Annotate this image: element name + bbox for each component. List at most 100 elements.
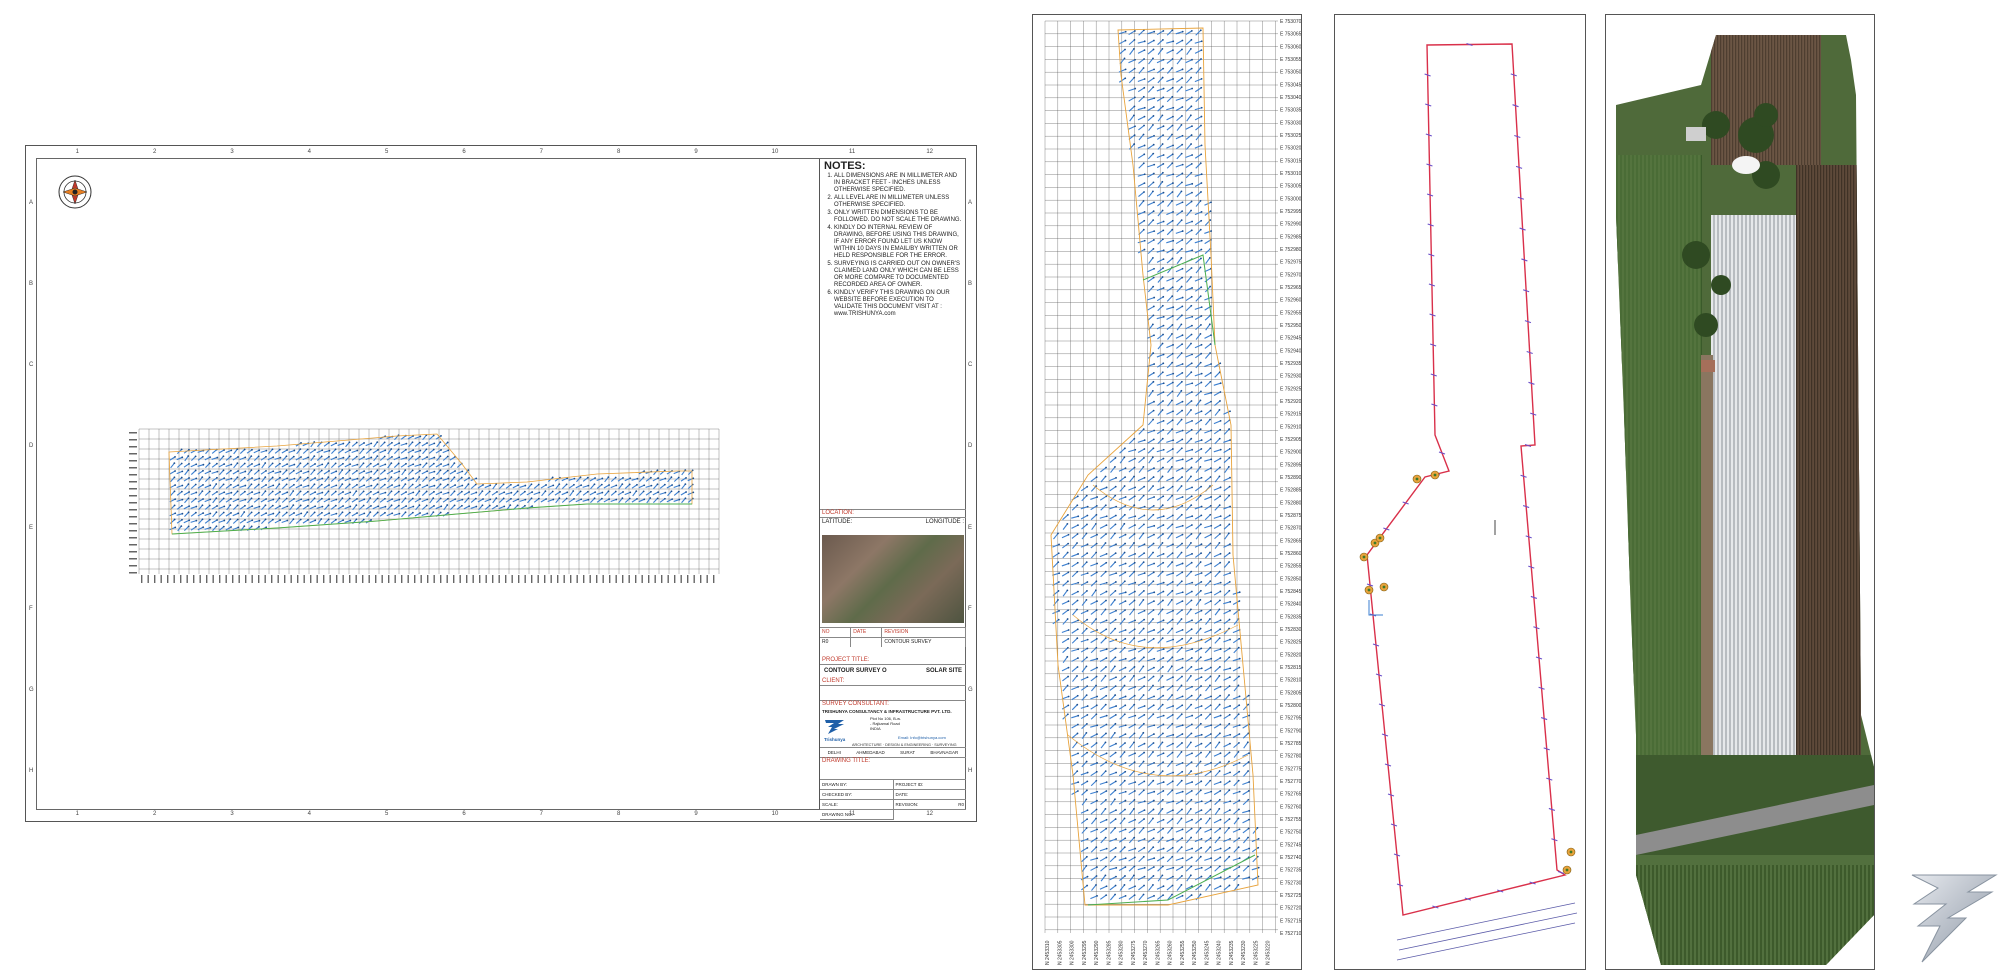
northing-label: E 752795 bbox=[1280, 716, 1301, 722]
ruler-col-bottom: 8 bbox=[617, 811, 621, 817]
northing-label: E 752950 bbox=[1280, 323, 1301, 329]
northing-label: E 752815 bbox=[1280, 665, 1301, 671]
ruler-col-top: 8 bbox=[617, 149, 621, 155]
ruler-col-bottom: 11 bbox=[849, 811, 856, 817]
ruler-row-left: B bbox=[29, 280, 34, 287]
northing-label: E 752800 bbox=[1280, 703, 1301, 709]
ruler-col-bottom: 4 bbox=[307, 811, 311, 817]
logo-text: Trishunya bbox=[824, 737, 846, 742]
consultant-address: Plot No 106, B-w. - Rajkamal Road INDIA bbox=[870, 716, 901, 731]
northing-label: E 752945 bbox=[1280, 336, 1301, 342]
title-block: NOTES: ALL DIMENSIONS ARE IN MILLIMETER … bbox=[819, 159, 966, 820]
ruler-row-right: D bbox=[968, 443, 973, 450]
northing-label: E 752995 bbox=[1280, 209, 1301, 215]
northing-label: E 752860 bbox=[1280, 551, 1301, 557]
northing-label: E 752745 bbox=[1280, 842, 1301, 848]
northing-label: E 753010 bbox=[1280, 171, 1301, 177]
easting-label: N 2453280 bbox=[1119, 940, 1125, 965]
easting-label: N 2453230 bbox=[1241, 940, 1247, 965]
northing-label: E 752880 bbox=[1280, 500, 1301, 506]
consultant-email: Email: Info@trishunya.com bbox=[898, 735, 946, 740]
easting-label: N 2453270 bbox=[1143, 940, 1149, 965]
northing-label: E 752980 bbox=[1280, 247, 1301, 253]
northing-label: E 752785 bbox=[1280, 741, 1301, 747]
consultant-name: TRISHUNYA CONSULTANCY & INFRASTRUCTURE P… bbox=[822, 709, 952, 714]
notes-list: ALL DIMENSIONS ARE IN MILLIMETER AND IN … bbox=[820, 173, 966, 318]
ruler-row-left: G bbox=[29, 687, 34, 694]
signature-field: SCALE: bbox=[820, 800, 893, 810]
northing-label: E 752915 bbox=[1280, 412, 1301, 418]
trishunya-logo-icon bbox=[825, 720, 844, 734]
ruler-col-top: 2 bbox=[153, 149, 157, 155]
revision-cell: NO bbox=[820, 628, 852, 637]
northing-label: E 752855 bbox=[1280, 564, 1301, 570]
northing-label: E 752790 bbox=[1280, 728, 1301, 734]
project-title: CONTOUR SURVEY O bbox=[824, 668, 887, 674]
ruler-col-top: 9 bbox=[694, 149, 698, 155]
northing-label: E 752780 bbox=[1280, 754, 1301, 760]
ruler-col-top: 5 bbox=[385, 149, 389, 155]
revision-value: R0 bbox=[958, 802, 964, 807]
easting-label: N 2453295 bbox=[1082, 940, 1088, 965]
northing-label: E 752965 bbox=[1280, 285, 1301, 291]
signature-field: DATE: bbox=[895, 792, 909, 797]
easting-label: N 2453285 bbox=[1106, 940, 1112, 965]
easting-label: N 2453245 bbox=[1204, 940, 1210, 965]
northing-label: E 752985 bbox=[1280, 234, 1301, 240]
drawing-title-label: DRAWING TITLE: bbox=[822, 758, 871, 764]
aerial-orthophoto bbox=[1616, 35, 1874, 965]
northing-label: E 752955 bbox=[1280, 310, 1301, 316]
ruler-row-right: B bbox=[968, 280, 973, 287]
consultant-label: SURVEY CONSULTANT: bbox=[820, 700, 966, 708]
ruler-row-right: A bbox=[968, 199, 973, 206]
office-name: AHMEDABAD bbox=[856, 750, 885, 755]
ruler-col-top: 11 bbox=[849, 149, 856, 155]
road-edge-lines bbox=[1396, 902, 1578, 961]
location-aerial-thumbnail bbox=[822, 535, 964, 623]
ruler-row-right: E bbox=[968, 524, 973, 531]
northing-label: E 753000 bbox=[1280, 196, 1301, 202]
northing-label: E 752755 bbox=[1280, 817, 1301, 823]
ruler-row-left: H bbox=[29, 768, 34, 775]
revision-cell bbox=[851, 638, 883, 647]
ruler-row-left: F bbox=[29, 605, 33, 612]
easting-label: N 2453265 bbox=[1155, 940, 1161, 965]
ruler-row-left: A bbox=[29, 199, 34, 206]
contour-line bbox=[1067, 484, 1249, 777]
ruler-col-top: 3 bbox=[230, 149, 234, 155]
note-item: KINDLY DO INTERNAL REVIEW OF DRAWING, BE… bbox=[834, 225, 962, 260]
ruler-col-bottom: 6 bbox=[462, 811, 466, 817]
ruler-col-bottom: 9 bbox=[694, 811, 698, 817]
easting-labels: N 2453310 N 2453305 N 2453300 N 2453295 N 24… bbox=[1045, 940, 1272, 965]
ruler-row-left: C bbox=[29, 362, 34, 369]
services-line: ARCHITECTURE · DESIGN & ENGINEERING · SU… bbox=[852, 743, 957, 747]
easting-label: N 2453290 bbox=[1094, 940, 1100, 965]
signature-left: DRAWN BY: CHECKED BY: SCALE: DRAWING NO: bbox=[820, 780, 894, 820]
northing-label: E 753050 bbox=[1280, 70, 1301, 76]
northing-label: E 752760 bbox=[1280, 804, 1301, 810]
contour-grid-drawing: E 753070 E 753065 E 753060 E 753055 E 753050… bbox=[1044, 19, 1301, 965]
office-name: BHAVNAGAR bbox=[930, 750, 959, 755]
address-line: INDIA bbox=[870, 726, 881, 731]
northing-label: E 752710 bbox=[1280, 931, 1301, 937]
ruler-col-bottom: 2 bbox=[153, 811, 157, 817]
boundary-outline-drawing bbox=[1359, 42, 1578, 961]
northing-label: E 752970 bbox=[1280, 272, 1301, 278]
project-site: SOLAR SITE bbox=[925, 668, 962, 674]
northing-label: E 752820 bbox=[1280, 652, 1301, 658]
signature-field: PROJECT ID: bbox=[895, 782, 924, 787]
northing-label: E 752990 bbox=[1280, 222, 1301, 228]
northing-label: E 752830 bbox=[1280, 627, 1301, 633]
northing-label: E 752895 bbox=[1280, 462, 1301, 468]
revision-cell: R0 bbox=[820, 638, 852, 647]
northing-label: E 752845 bbox=[1280, 589, 1301, 595]
ruler-col-bottom: 5 bbox=[385, 811, 389, 817]
northing-label: E 752905 bbox=[1280, 437, 1301, 443]
northing-label: E 753015 bbox=[1280, 158, 1301, 164]
easting-label: N 2453305 bbox=[1057, 940, 1063, 965]
ruler-col-bottom: 7 bbox=[539, 811, 543, 817]
easting-label: N 2453240 bbox=[1217, 940, 1223, 965]
northing-label: E 753035 bbox=[1280, 108, 1301, 114]
northing-label: E 752765 bbox=[1280, 792, 1301, 798]
northing-label: E 753040 bbox=[1280, 95, 1301, 101]
